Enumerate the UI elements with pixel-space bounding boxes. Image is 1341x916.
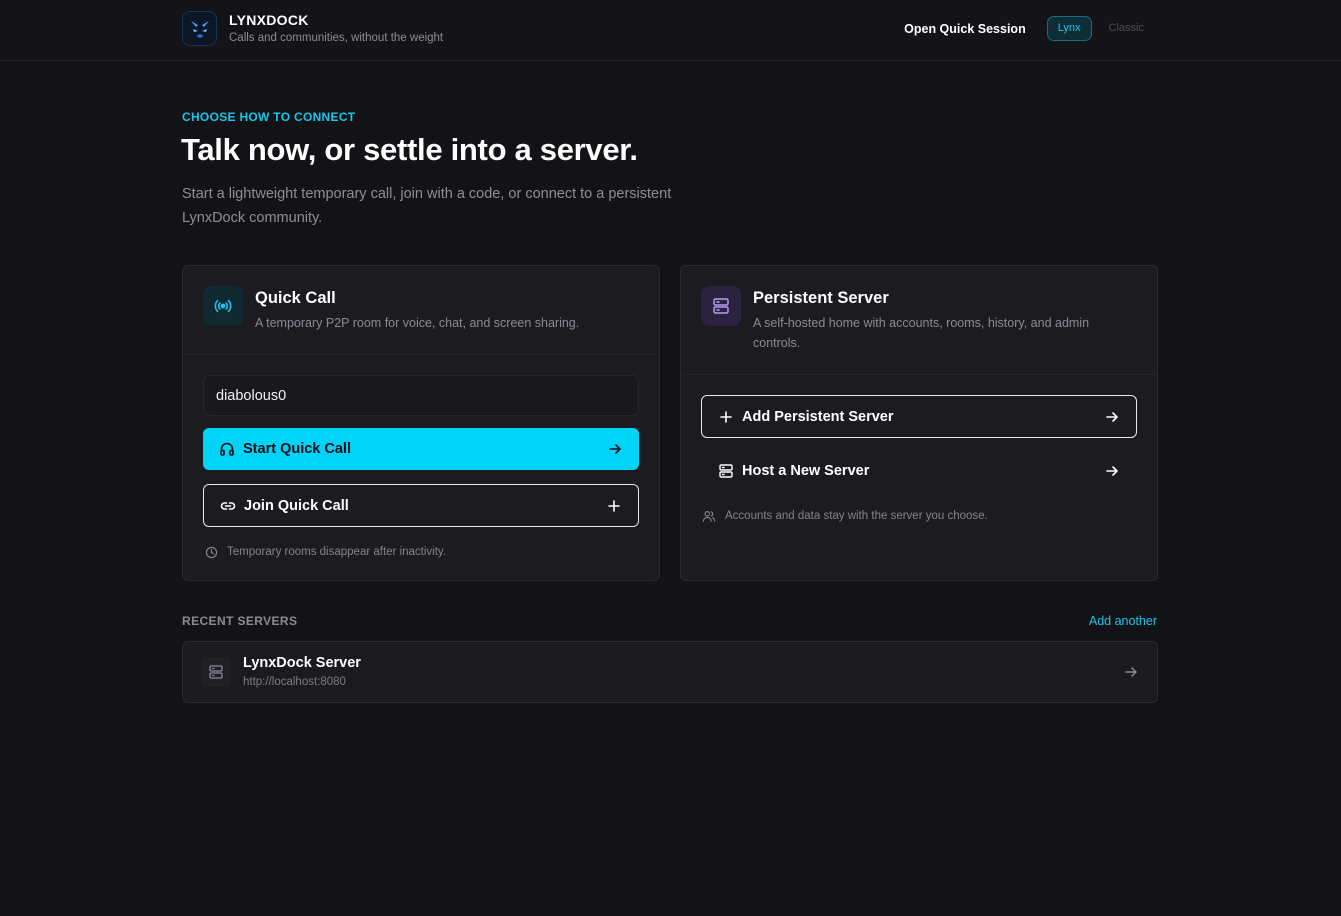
divider <box>183 354 659 355</box>
hero-eyebrow: CHOOSE HOW TO CONNECT <box>182 110 356 124</box>
page-title: Talk now, or settle into a server. <box>181 132 638 167</box>
add-persistent-server-label: Add Persistent Server <box>742 408 894 425</box>
arrow-right-icon <box>1104 409 1120 425</box>
persistent-server-note-text: Accounts and data stay with the server y… <box>725 510 988 522</box>
quick-call-note: Temporary rooms disappear after inactivi… <box>203 544 446 560</box>
plus-icon <box>606 498 622 514</box>
quick-call-title: Quick Call <box>255 289 336 307</box>
hero-subtitle: Start a lightweight temporary call, join… <box>182 186 672 226</box>
server-icon <box>201 657 231 687</box>
top-bar: LYNXDOCK Calls and communities, without … <box>0 0 1341 61</box>
recent-servers-label: RECENT SERVERS <box>182 614 298 628</box>
recent-server-row[interactable]: LynxDock Server http://localhost:8080 <box>182 641 1158 703</box>
theme-classic-button[interactable]: Classic <box>1098 16 1155 41</box>
arrow-right-icon <box>607 441 623 457</box>
join-quick-call-button[interactable]: Join Quick Call <box>203 484 639 527</box>
theme-lynx-button[interactable]: Lynx <box>1046 16 1092 41</box>
open-quick-session-button[interactable]: Open Quick Session <box>904 22 1026 36</box>
quick-call-note-text: Temporary rooms disappear after inactivi… <box>227 546 447 558</box>
headphones-icon <box>219 441 235 457</box>
recent-server-url: http://localhost:8080 <box>243 676 346 688</box>
lynx-logo-icon <box>182 11 217 46</box>
theme-toggle: Lynx Classic <box>1046 16 1155 41</box>
arrow-right-icon <box>1123 664 1139 680</box>
add-another-link[interactable]: Add another <box>1089 614 1157 628</box>
persistent-server-title: Persistent Server <box>753 289 889 307</box>
broadcast-icon <box>203 286 243 326</box>
plus-icon <box>718 409 734 425</box>
quick-call-card: Quick Call A temporary P2P room for voic… <box>182 265 660 581</box>
join-quick-call-label: Join Quick Call <box>244 497 349 514</box>
brand-title: LYNXDOCK <box>229 11 309 28</box>
persistent-server-description: A self-hosted home with accounts, rooms,… <box>753 316 1090 350</box>
recent-server-name: LynxDock Server <box>243 655 361 671</box>
brand-subtitle: Calls and communities, without the weigh… <box>229 31 444 44</box>
host-new-server-label: Host a New Server <box>742 462 870 479</box>
add-persistent-server-button[interactable]: Add Persistent Server <box>701 395 1137 438</box>
persistent-server-note: Accounts and data stay with the server y… <box>701 508 988 524</box>
server-icon <box>718 463 734 479</box>
quick-call-description: A temporary P2P room for voice, chat, an… <box>255 316 580 330</box>
start-quick-call-button[interactable]: Start Quick Call <box>203 428 639 470</box>
arrow-right-icon <box>1104 463 1120 479</box>
divider <box>681 374 1157 375</box>
users-icon <box>701 508 717 524</box>
server-icon <box>701 286 741 326</box>
display-name-input[interactable] <box>203 375 639 416</box>
link-icon <box>220 498 236 514</box>
start-quick-call-label: Start Quick Call <box>243 441 351 457</box>
brand[interactable]: LYNXDOCK Calls and communities, without … <box>182 11 443 46</box>
clock-icon <box>203 544 219 560</box>
host-new-server-button[interactable]: Host a New Server <box>701 449 1137 492</box>
persistent-server-card: Persistent Server A self-hosted home wit… <box>680 265 1158 581</box>
